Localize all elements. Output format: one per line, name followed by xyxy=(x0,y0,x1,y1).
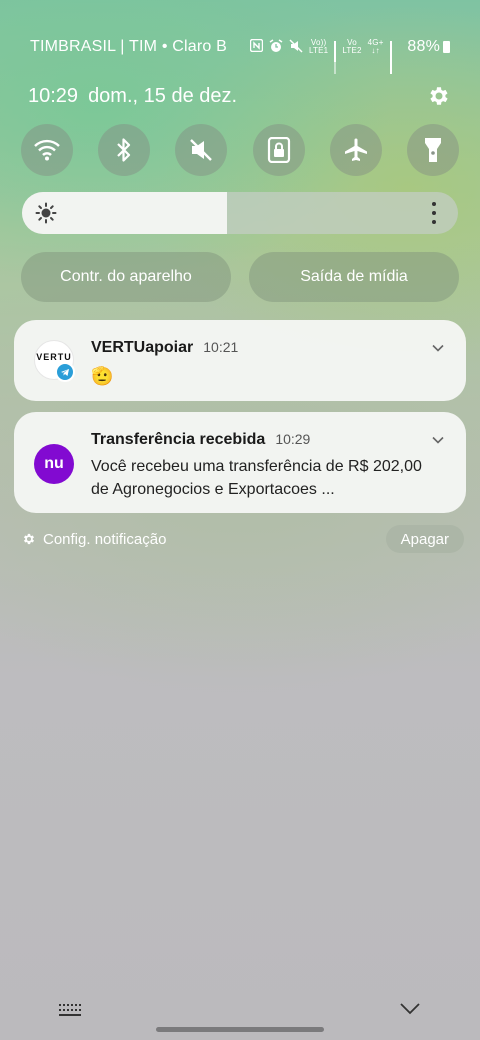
clear-all-button[interactable]: Apagar xyxy=(385,525,464,553)
alarm-icon xyxy=(269,38,283,56)
lte1-label: LTE1 xyxy=(309,46,329,55)
rotation-lock-icon xyxy=(267,137,290,163)
notification-time: 10:21 xyxy=(203,339,239,355)
signal-icon xyxy=(334,41,337,74)
notification-title-row: VERTUapoiar 10:21 xyxy=(91,339,238,357)
notification-settings-label: Config. notificação xyxy=(43,530,167,548)
lte2-label: LTE2 xyxy=(342,46,362,55)
brightness-more-icon[interactable] xyxy=(424,202,444,224)
app-logo-text: VERTU xyxy=(36,352,72,362)
gear-icon xyxy=(430,87,448,105)
toggle-rotation-lock[interactable] xyxy=(252,124,305,176)
device-control-button[interactable]: Contr. do aparelho xyxy=(21,252,231,302)
keyboard-icon[interactable] xyxy=(58,1002,82,1018)
notification-title: Transferência recebida xyxy=(91,431,266,448)
chevron-down-icon[interactable] xyxy=(430,432,446,448)
airplane-icon xyxy=(344,138,367,161)
battery-icon xyxy=(443,41,450,53)
toggle-wifi[interactable] xyxy=(21,124,73,176)
flashlight-icon xyxy=(424,138,441,162)
telegram-badge-icon xyxy=(55,362,75,382)
toggle-flashlight[interactable] xyxy=(406,124,459,176)
home-indicator[interactable] xyxy=(156,1027,324,1032)
toggle-bluetooth[interactable] xyxy=(98,124,151,176)
quick-settings-header: 10:29 dom., 15 de dez. xyxy=(28,82,452,110)
lte2-icon: Vo LTE2 xyxy=(342,38,362,55)
notification-body: 🫡 xyxy=(91,366,114,386)
clock[interactable]: 10:29 xyxy=(28,85,78,108)
chevron-down-icon[interactable] xyxy=(398,998,422,1018)
notification-title-row: Transferência recebida 10:29 xyxy=(91,431,310,449)
media-output-button[interactable]: Saída de mídia xyxy=(249,252,459,302)
brightness-icon xyxy=(35,202,57,224)
nubank-app-icon: nu xyxy=(34,444,74,484)
notification-settings-link[interactable]: Config. notificação xyxy=(22,531,166,548)
notification-time: 10:29 xyxy=(275,431,311,447)
settings-button[interactable] xyxy=(426,83,452,109)
mute-icon xyxy=(190,139,213,161)
toggle-sound[interactable] xyxy=(175,124,228,176)
wifi-icon xyxy=(34,139,60,161)
carrier-label: TIMBRASIL | TIM • Claro B xyxy=(30,38,228,55)
notification-card[interactable]: VERTU VERTUapoiar 10:21 🫡 xyxy=(14,320,466,401)
bluetooth-icon xyxy=(117,138,131,162)
date[interactable]: dom., 15 de dez. xyxy=(88,85,237,108)
notification-title: VERTUapoiar xyxy=(91,339,194,356)
notification-footer: Config. notificação Apagar xyxy=(22,524,464,554)
status-icons: Vo)) LTE1 Vo LTE2 4G+ ↓↑ xyxy=(249,38,392,74)
quick-toggles xyxy=(21,124,459,176)
gear-icon xyxy=(23,533,35,545)
nfc-icon xyxy=(249,38,264,55)
network-4g-icon: 4G+ ↓↑ xyxy=(367,38,384,55)
brightness-slider[interactable] xyxy=(22,192,458,234)
battery-percent: 88% xyxy=(407,38,440,55)
toggle-airplane[interactable] xyxy=(329,124,382,176)
mute-icon xyxy=(289,38,303,56)
signal-icon xyxy=(389,41,392,74)
notification-body: Você recebeu uma transferência de R$ 202… xyxy=(91,458,422,498)
volte-icon: Vo)) LTE1 xyxy=(309,39,328,55)
pill-row: Contr. do aparelho Saída de mídia xyxy=(21,252,459,302)
battery: 88% xyxy=(407,38,450,56)
status-bar: TIMBRASIL | TIM • Claro B Vo)) LTE1 Vo LTE… xyxy=(0,34,480,74)
chevron-down-icon[interactable] xyxy=(430,340,446,356)
notification-card[interactable]: nu Transferência recebida 10:29 Você rece… xyxy=(14,412,466,513)
